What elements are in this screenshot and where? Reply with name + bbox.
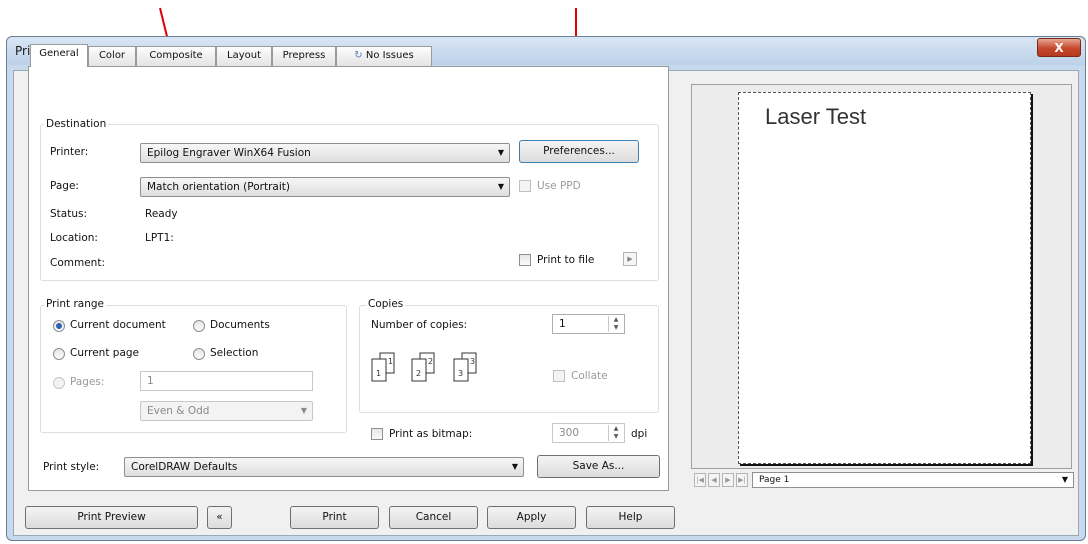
- current-document-label: Current document: [70, 319, 166, 331]
- chevron-down-icon: ▼: [1061, 475, 1068, 484]
- bitmap-dpi-value: 300: [559, 427, 580, 439]
- status-value: Ready: [145, 208, 178, 220]
- bitmap-dpi-input[interactable]: 300 ▲ ▼: [552, 423, 625, 443]
- print-to-file-label: Print to file: [537, 254, 595, 266]
- tab-composite[interactable]: Composite: [136, 46, 216, 66]
- svg-text:1: 1: [388, 357, 393, 366]
- svg-text:1: 1: [376, 369, 381, 378]
- even-odd-value: Even & Odd: [147, 405, 210, 417]
- tab-prepress[interactable]: Prepress: [272, 46, 336, 66]
- first-page-icon[interactable]: |◀: [694, 473, 706, 487]
- pages-label: Pages:: [70, 376, 105, 388]
- preferences-button[interactable]: Preferences...: [519, 140, 639, 163]
- documents-radio[interactable]: [193, 320, 205, 332]
- pages-radio[interactable]: [53, 377, 65, 389]
- chevron-down-icon: ▼: [511, 462, 518, 471]
- print-style-label: Print style:: [43, 461, 100, 473]
- collate-checkbox[interactable]: [553, 370, 565, 382]
- use-ppd-label: Use PPD: [537, 180, 581, 192]
- print-as-bitmap-label: Print as bitmap:: [389, 428, 473, 440]
- tab-no-issues-label: No Issues: [365, 50, 414, 61]
- tab-no-issues[interactable]: ↻ No Issues: [336, 46, 432, 66]
- dpi-unit-label: dpi: [631, 428, 648, 440]
- printer-select-value: Epilog Engraver WinX64 Fusion: [147, 147, 311, 159]
- print-button[interactable]: Print: [290, 506, 379, 529]
- number-of-copies-value: 1: [559, 318, 566, 330]
- tab-color[interactable]: Color: [88, 46, 136, 66]
- next-page-icon[interactable]: ▶: [722, 473, 734, 487]
- number-of-copies-label: Number of copies:: [371, 319, 468, 331]
- print-to-file-checkbox[interactable]: [519, 254, 531, 266]
- page-orientation-value: Match orientation (Portrait): [147, 181, 290, 193]
- dpi-spinner[interactable]: ▲ ▼: [608, 425, 623, 441]
- apply-button[interactable]: Apply: [487, 506, 576, 529]
- status-label: Status:: [50, 208, 87, 220]
- copies-group-title: Copies: [366, 298, 406, 310]
- preview-page-text: Laser Test: [765, 104, 867, 129]
- previous-page-icon[interactable]: ◀: [708, 473, 720, 487]
- page-selector-value: Page 1: [759, 475, 790, 485]
- svg-text:3: 3: [458, 369, 463, 378]
- save-as-button[interactable]: Save As...: [537, 455, 660, 478]
- page-label: Page:: [50, 180, 79, 192]
- number-of-copies-input[interactable]: 1 ▲ ▼: [552, 314, 625, 334]
- documents-label: Documents: [210, 319, 270, 331]
- tab-general[interactable]: General: [30, 44, 88, 67]
- print-style-select[interactable]: CorelDRAW Defaults ▼: [124, 457, 524, 477]
- svg-text:2: 2: [428, 357, 433, 366]
- tab-layout[interactable]: Layout: [216, 46, 272, 66]
- printer-label: Printer:: [50, 146, 89, 158]
- cancel-button[interactable]: Cancel: [389, 506, 478, 529]
- chevron-down-icon: ▼: [497, 148, 504, 157]
- print-to-file-arrow-button[interactable]: ▶: [623, 252, 637, 266]
- chevron-down-icon: ▼: [497, 182, 504, 191]
- pages-input[interactable]: 1: [140, 371, 313, 391]
- current-page-radio[interactable]: [53, 348, 65, 360]
- even-odd-select[interactable]: Even & Odd ▼: [140, 401, 313, 421]
- page-orientation-select[interactable]: Match orientation (Portrait) ▼: [140, 177, 510, 197]
- current-document-radio[interactable]: [53, 320, 65, 332]
- printer-select[interactable]: Epilog Engraver WinX64 Fusion ▼: [140, 143, 510, 163]
- destination-group-title: Destination: [44, 118, 109, 130]
- help-button[interactable]: Help: [586, 506, 675, 529]
- selection-radio[interactable]: [193, 348, 205, 360]
- comment-label: Comment:: [50, 257, 105, 269]
- current-page-label: Current page: [70, 347, 139, 359]
- issues-icon: ↻: [354, 50, 363, 61]
- use-ppd-checkbox[interactable]: [519, 180, 531, 192]
- location-label: Location:: [50, 232, 98, 244]
- selection-label: Selection: [210, 347, 259, 359]
- print-preview-button[interactable]: Print Preview: [25, 506, 198, 529]
- copies-spinner[interactable]: ▲ ▼: [608, 316, 623, 332]
- print-as-bitmap-checkbox[interactable]: [371, 428, 383, 440]
- collate-pages-icon: 11 22 33: [371, 352, 477, 382]
- svg-text:2: 2: [416, 369, 421, 378]
- collapse-preview-button[interactable]: «: [207, 506, 232, 529]
- preview-page: [738, 92, 1031, 464]
- last-page-icon[interactable]: ▶|: [736, 473, 748, 487]
- print-range-group-title: Print range: [44, 298, 107, 310]
- collate-label: Collate: [571, 370, 608, 382]
- chevron-down-icon: ▼: [300, 406, 307, 415]
- page-selector[interactable]: Page 1 ▼: [752, 472, 1074, 488]
- print-style-value: CorelDRAW Defaults: [131, 461, 238, 473]
- svg-text:3: 3: [470, 357, 475, 366]
- close-button[interactable]: X: [1037, 38, 1081, 57]
- location-value: LPT1:: [145, 232, 174, 244]
